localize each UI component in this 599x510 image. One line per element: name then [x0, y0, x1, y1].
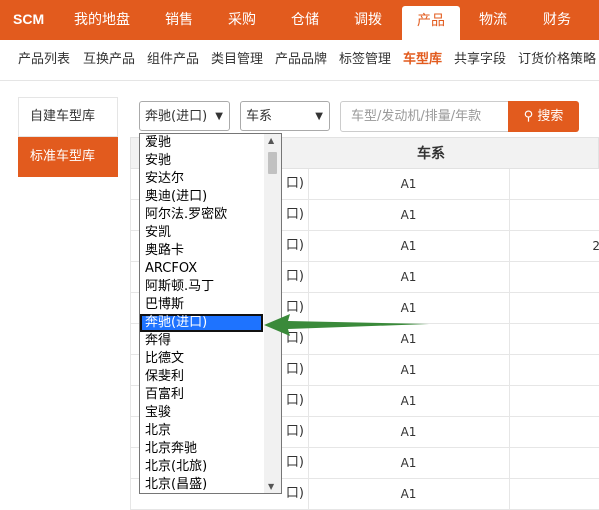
dropdown-option[interactable]: 爱驰	[140, 134, 281, 152]
series-cell: A1	[308, 417, 510, 447]
brand-cell-text: 口)	[285, 207, 304, 222]
scrollbar-thumb[interactable]	[268, 152, 277, 174]
chevron-down-icon: ▼	[315, 111, 323, 122]
brand-cell-text: 口)	[285, 393, 304, 408]
library-side-menu: 自建车型库 标准车型库	[18, 97, 118, 177]
brand-cell-text: 口)	[285, 362, 304, 377]
series-cell: A1	[308, 169, 510, 199]
brand-cell-text: 口)	[285, 176, 304, 191]
series-cell: A1	[308, 200, 510, 230]
nav-item-transfer[interactable]: 调拨	[354, 0, 382, 40]
brand-cell-text: 口)	[285, 238, 304, 253]
scroll-down-icon[interactable]: ▼	[268, 482, 274, 491]
dropdown-option[interactable]: 百富利	[140, 386, 281, 404]
extra-cell-text: 2	[592, 239, 599, 253]
scroll-up-icon[interactable]: ▲	[268, 136, 274, 145]
dropdown-option[interactable]: 奥路卡	[140, 242, 281, 260]
dropdown-option[interactable]: 安驰	[140, 152, 281, 170]
dropdown-option[interactable]: 北京奔驰	[140, 440, 281, 458]
nav-item-purchase[interactable]: 采购	[228, 0, 256, 40]
dropdown-option[interactable]: 北京(昌盛)	[140, 476, 281, 493]
dropdown-option[interactable]: ARCFOX	[140, 260, 281, 278]
series-cell: A1	[308, 479, 510, 509]
dropdown-option[interactable]: 奥迪(进口)	[140, 188, 281, 206]
top-nav: SCM 我的地盘 销售 采购 仓储 调拨 产品 物流 财务	[0, 0, 599, 40]
series-cell: A1	[308, 262, 510, 292]
dropdown-option[interactable]: 安达尔	[140, 170, 281, 188]
active-tab-underline	[0, 40, 599, 81]
nav-item-finance[interactable]: 财务	[543, 0, 571, 40]
dropdown-option[interactable]: 奔得	[140, 332, 281, 350]
annotation-arrow-icon	[264, 314, 429, 336]
dropdown-option[interactable]: 比德文	[140, 350, 281, 368]
dropdown-option[interactable]: 巴博斯	[140, 296, 281, 314]
search-button-label: 搜索	[537, 109, 564, 124]
search-button[interactable]: ⚲ 搜索	[508, 101, 579, 132]
extra-cell	[509, 355, 599, 385]
custom-library-button[interactable]: 自建车型库	[18, 97, 118, 137]
brand-dropdown-list[interactable]: 爱驰 安驰 安达尔 奥迪(进口) 阿尔法.罗密欧 安凯 奥路卡 ARCFOX 阿斯顿.马丁 巴博斯…	[139, 133, 282, 494]
series-cell: A1	[308, 386, 510, 416]
nav-item-logistics[interactable]: 物流	[479, 0, 507, 40]
standard-library-button[interactable]: 标准车型库	[18, 137, 118, 177]
dropdown-option[interactable]: 阿斯顿.马丁	[140, 278, 281, 296]
nav-item-product[interactable]: 产品	[402, 6, 460, 40]
extra-cell	[509, 448, 599, 478]
extra-cell	[509, 293, 599, 323]
brand-cell-text: 口)	[285, 424, 304, 439]
brand-select[interactable]: 奔驰(进口) ▼	[139, 101, 230, 131]
extra-cell	[509, 417, 599, 447]
dropdown-option[interactable]: 宝骏	[140, 404, 281, 422]
dropdown-option[interactable]: 保斐利	[140, 368, 281, 386]
brand-cell-text: 口)	[285, 486, 304, 501]
series-cell: A1	[308, 355, 510, 385]
nav-item-sales[interactable]: 销售	[165, 0, 193, 40]
series-select-value: 车系	[246, 109, 273, 124]
extra-cell	[509, 169, 599, 199]
series-select[interactable]: 车系 ▼	[240, 101, 330, 131]
app-logo: SCM	[13, 11, 45, 27]
column-header-series: 车系	[417, 146, 445, 162]
nav-item-dashboard[interactable]: 我的地盘	[74, 0, 130, 40]
brand-cell-text: 口)	[285, 455, 304, 470]
search-input[interactable]: 车型/发动机/排量/年款	[340, 101, 510, 132]
dropdown-option[interactable]: 北京(北旅)	[140, 458, 281, 476]
brand-cell-text: 口)	[285, 269, 304, 284]
nav-item-warehouse[interactable]: 仓储	[291, 0, 319, 40]
series-cell: A1	[308, 448, 510, 478]
dropdown-option[interactable]: 阿尔法.罗密欧	[140, 206, 281, 224]
dropdown-option[interactable]: 北京	[140, 422, 281, 440]
extra-cell	[509, 479, 599, 509]
extra-cell	[509, 262, 599, 292]
series-cell: A1	[308, 231, 510, 261]
dropdown-option-selected[interactable]: 奔驰(进口)	[140, 314, 263, 332]
extra-cell	[509, 386, 599, 416]
extra-cell	[509, 324, 599, 354]
brand-select-value: 奔驰(进口)	[145, 109, 208, 124]
search-icon: ⚲	[523, 109, 534, 124]
dropdown-option[interactable]: 安凯	[140, 224, 281, 242]
chevron-down-icon: ▼	[215, 111, 223, 122]
extra-cell: 2	[509, 231, 599, 261]
extra-cell	[509, 200, 599, 230]
